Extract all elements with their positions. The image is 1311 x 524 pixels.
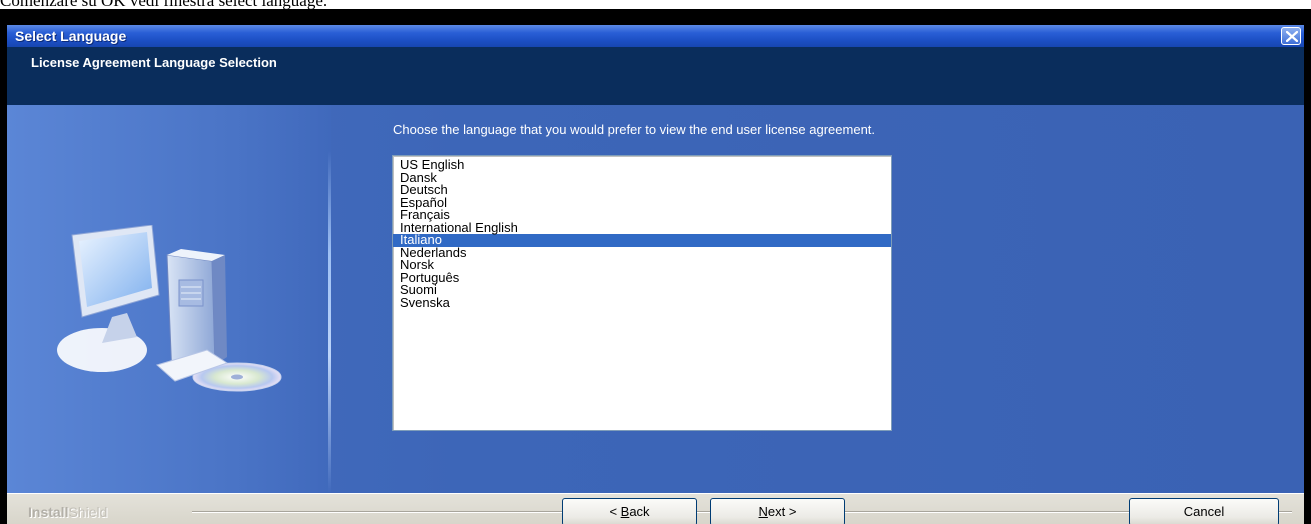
language-option[interactable]: Italiano — [393, 233, 891, 247]
window-frame: Select Language License Agreement Langua… — [0, 9, 1311, 524]
cancel-button[interactable]: Cancel — [1129, 498, 1279, 524]
language-option[interactable]: International English — [393, 221, 891, 235]
language-option[interactable]: Español — [393, 196, 891, 210]
document-caption: Comenzare su OK vedi finestra select lan… — [0, 0, 1311, 9]
close-x-icon — [1286, 31, 1298, 42]
language-option[interactable]: Português — [393, 271, 891, 285]
button-bar: InstallShield < Back Next > Cancel — [7, 493, 1304, 524]
next-button[interactable]: Next > — [710, 498, 845, 524]
caption-text: Comenzare su OK vedi finestra select lan… — [0, 0, 327, 9]
installshield-logo: InstallShield — [28, 504, 107, 520]
window-title: Select Language — [15, 28, 127, 44]
language-list: US English Dansk Deutsch Español Français Int… — [393, 156, 891, 309]
instruction-text: Choose the language that you would prefe… — [393, 122, 876, 137]
language-option[interactable]: Nederlands — [393, 246, 891, 260]
language-option[interactable]: Deutsch — [393, 183, 891, 197]
next-hotkey: N — [758, 504, 768, 519]
back-rest: ack — [629, 504, 650, 519]
close-button[interactable] — [1281, 27, 1301, 45]
back-button[interactable]: < Back — [562, 498, 697, 524]
language-option[interactable]: US English — [393, 158, 891, 172]
panel-divider — [328, 151, 331, 493]
title-bar[interactable]: Select Language — [7, 25, 1304, 47]
header-band: License Agreement Language Selection — [7, 47, 1304, 105]
back-prefix: < — [609, 504, 621, 519]
side-panel — [7, 105, 331, 493]
language-option[interactable]: Suomi — [393, 283, 891, 297]
language-listbox[interactable]: US English Dansk Deutsch Español Français Int… — [392, 155, 892, 431]
next-rest: ext > — [767, 504, 797, 519]
brand-light: Shield — [68, 504, 108, 520]
setup-dialog: Select Language License Agreement Langua… — [7, 25, 1304, 524]
brand-bold: Install — [28, 504, 69, 520]
language-option[interactable]: Dansk — [393, 171, 891, 185]
language-option[interactable]: Svenska — [393, 296, 891, 310]
computer-illustration-icon — [57, 225, 282, 392]
page-subtitle: License Agreement Language Selection — [31, 55, 277, 70]
main-content: Choose the language that you would prefe… — [7, 105, 1304, 493]
language-option[interactable]: Norsk — [393, 258, 891, 272]
